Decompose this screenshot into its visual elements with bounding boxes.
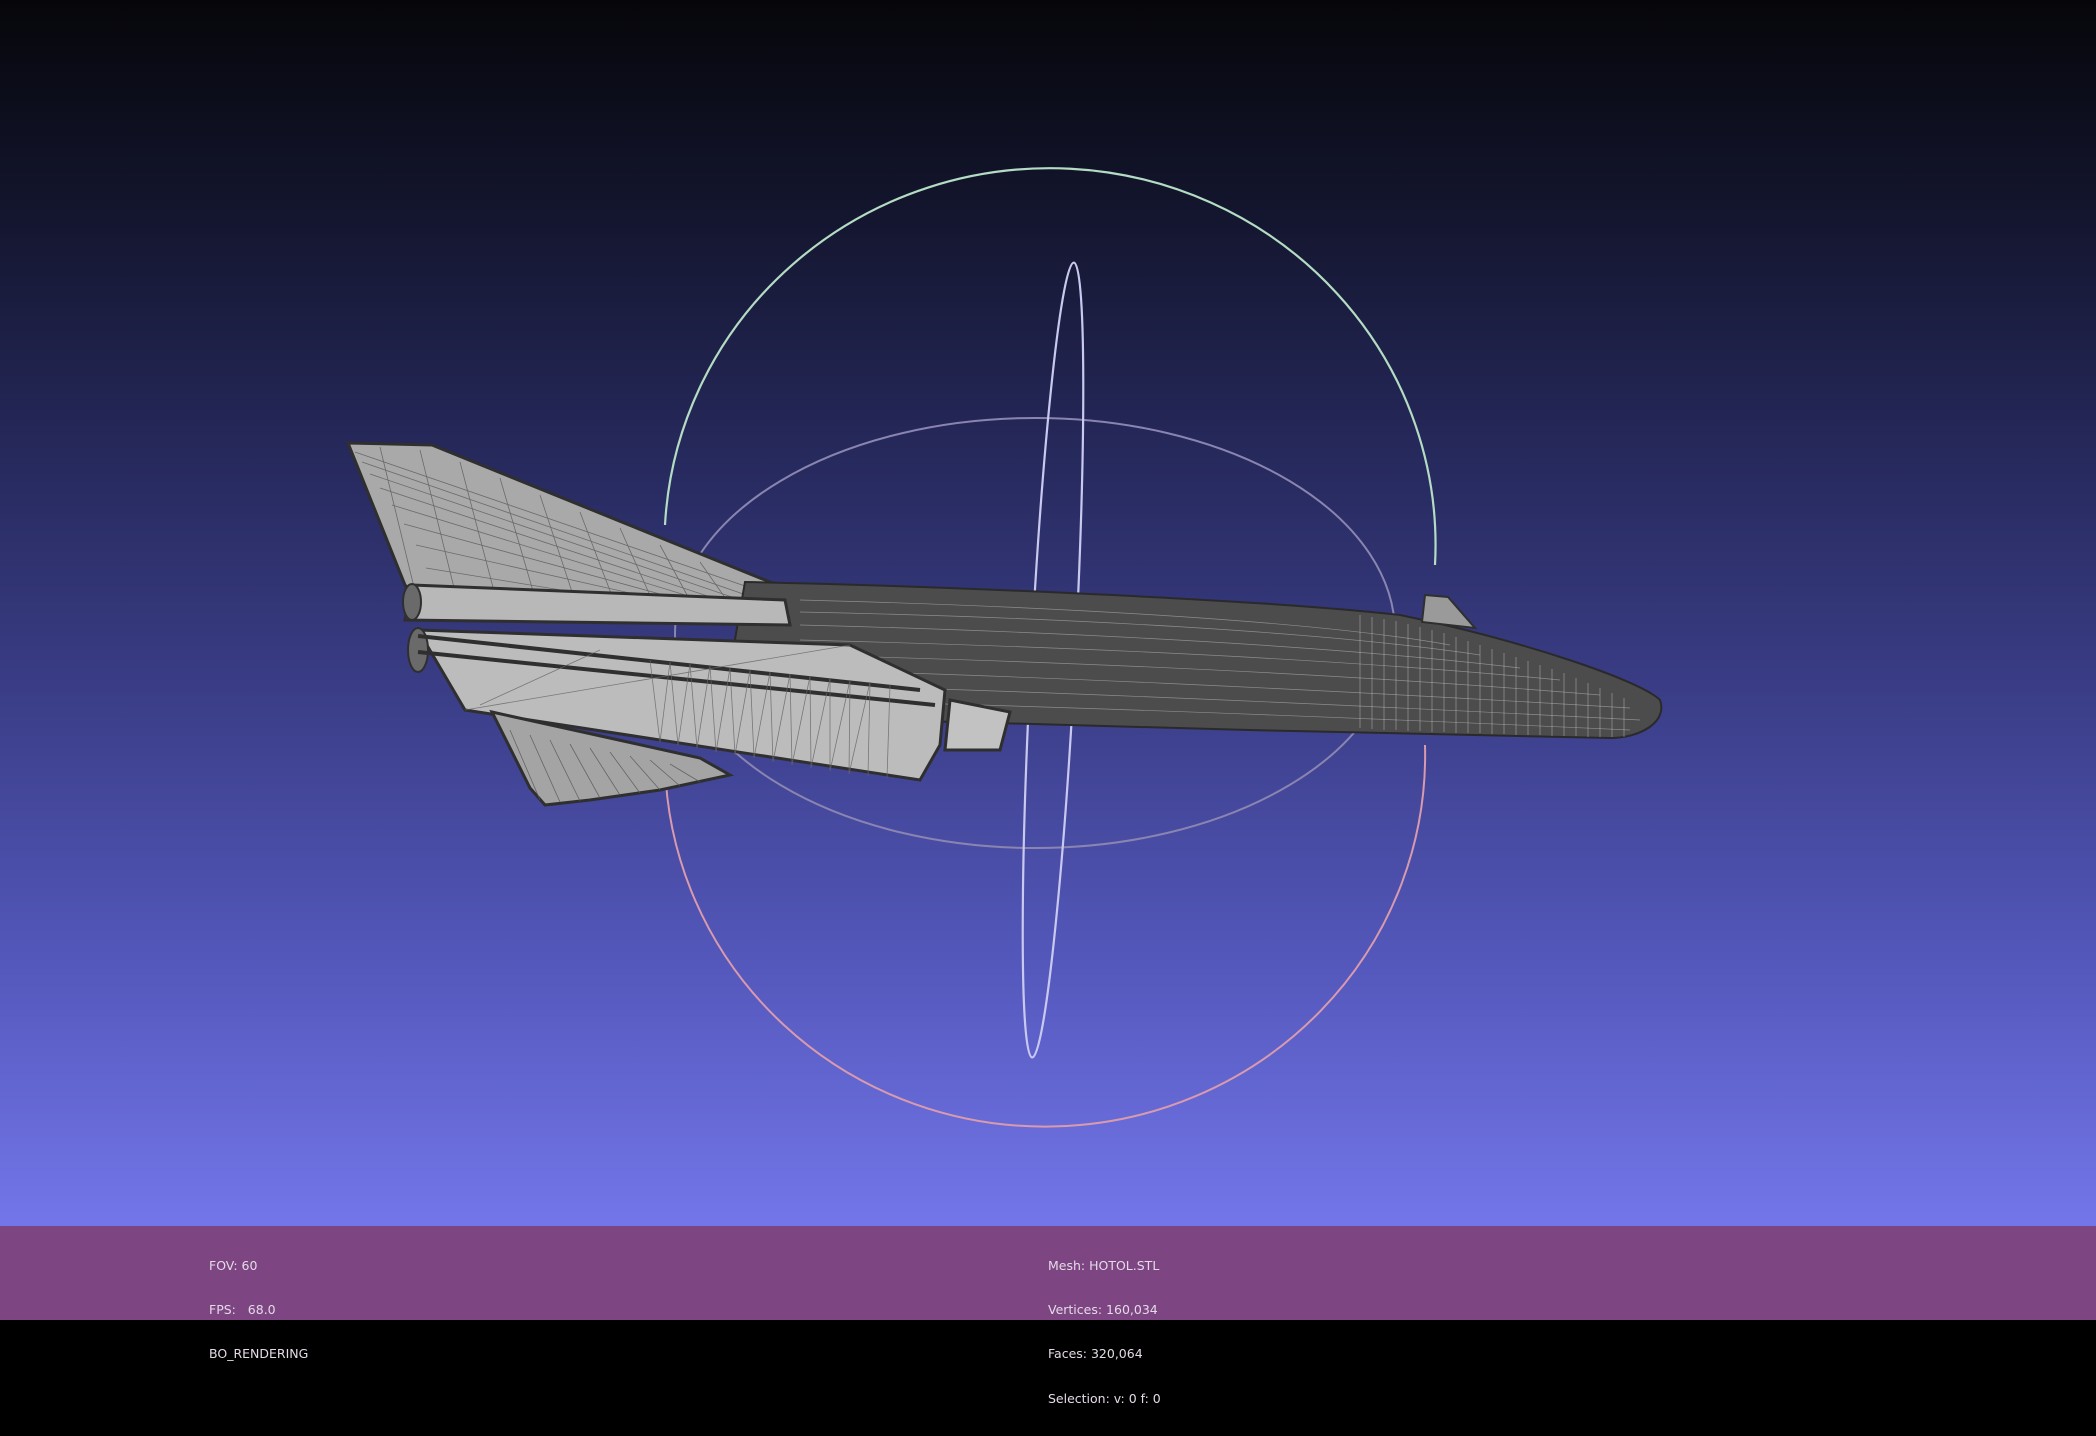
info-bar: FOV: 60 FPS: 68.0 BO_RENDERING Mesh: HOT… (0, 1226, 2096, 1406)
vertices-readout: Vertices: 160,034 (1048, 1301, 1158, 1317)
scene-canvas[interactable] (0, 0, 2096, 1226)
trackball-ring-horizontal-back (663, 166, 1437, 566)
mesh-info: Mesh: HOTOL.STL Vertices: 160,034 Faces:… (1048, 1229, 1161, 1436)
faces-readout: Faces: 320,064 (1048, 1346, 1143, 1362)
render-mode-readout: BO_RENDERING (209, 1346, 309, 1362)
fps-readout: FPS: 68.0 (209, 1301, 276, 1317)
mesh-name-readout: Mesh: HOTOL.STL (1048, 1257, 1160, 1273)
trackball-ring-horizontal-front (664, 744, 1427, 1128)
mesh-model[interactable] (345, 441, 1663, 807)
selection-readout: Selection: v: 0 f: 0 (1048, 1390, 1161, 1406)
fov-readout: FOV: 60 (209, 1257, 258, 1273)
mesh-tail-fin (1420, 593, 1478, 630)
3d-viewport[interactable] (0, 0, 2096, 1226)
render-info: FOV: 60 FPS: 68.0 BO_RENDERING (209, 1229, 308, 1392)
